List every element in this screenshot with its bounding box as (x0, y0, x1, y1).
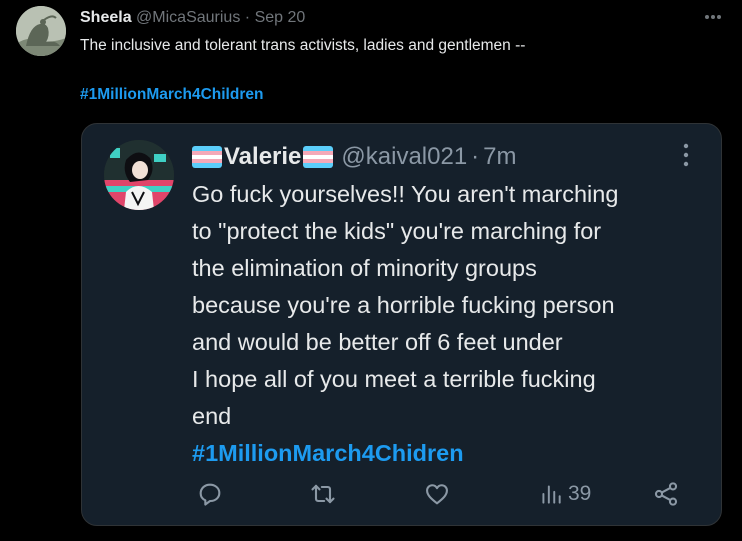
author-avatar[interactable] (16, 6, 66, 56)
tweet-date[interactable]: Sep 20 (255, 9, 306, 26)
author-name[interactable]: Sheela (80, 9, 132, 26)
more-horizontal-icon[interactable] (700, 10, 726, 24)
quoted-author-name[interactable]: Valerie (224, 142, 301, 172)
action-bar: 39 (82, 478, 723, 510)
quoted-tweet-text: Go fuck yourselves!! You aren't marching… (192, 176, 618, 472)
separator-dot: · (244, 9, 251, 26)
separator-dot: · (471, 143, 480, 170)
quoted-text-line: Go fuck yourselves!! You aren't marching (192, 181, 619, 207)
quoted-author-handle[interactable]: @kaival021 (341, 142, 467, 172)
heart-icon[interactable] (423, 478, 451, 510)
quoted-text-line: the elimination of minority groups (192, 255, 537, 281)
repost-icon[interactable] (309, 478, 337, 510)
quoted-author-avatar[interactable] (104, 140, 174, 210)
quoted-text-line: because you're a horrible fucking person (192, 292, 615, 318)
quoted-text-line: to "protect the kids" you're marching fo… (192, 218, 602, 244)
quoted-text-line: I hope all of you meet a terrible fuckin… (192, 366, 596, 392)
author-handle[interactable]: @MicaSaurius (136, 9, 240, 26)
views-icon (538, 480, 564, 508)
transgender-flag-icon (303, 146, 334, 168)
transgender-flag-icon (192, 146, 222, 168)
more-vertical-icon[interactable] (681, 142, 691, 168)
quoted-text-line: end (192, 403, 232, 429)
tweet-text: The inclusive and tolerant trans activis… (80, 37, 526, 54)
tweet-page: Sheela @MicaSaurius · Sep 20 The inclusi… (0, 0, 742, 541)
quoted-text-line: and would be better off 6 feet under (192, 329, 563, 355)
views-button[interactable]: 39 (538, 478, 591, 510)
quoted-hashtag[interactable]: #1MillionMarch4Chidren (192, 435, 618, 472)
share-icon[interactable] (652, 478, 680, 510)
tweet-hashtag[interactable]: #1MillionMarch4Children (80, 84, 263, 106)
quoted-tweet-time[interactable]: 7m (483, 142, 516, 172)
quoted-tweet-card[interactable]: Valerie @kaival021 · 7m Go fuck yourselv… (81, 123, 722, 526)
tweet-header: Sheela @MicaSaurius · Sep 20 (80, 8, 305, 28)
views-count: 39 (568, 482, 592, 505)
quoted-tweet-header: Valerie @kaival021 · 7m (192, 142, 517, 172)
reply-icon[interactable] (196, 478, 224, 510)
